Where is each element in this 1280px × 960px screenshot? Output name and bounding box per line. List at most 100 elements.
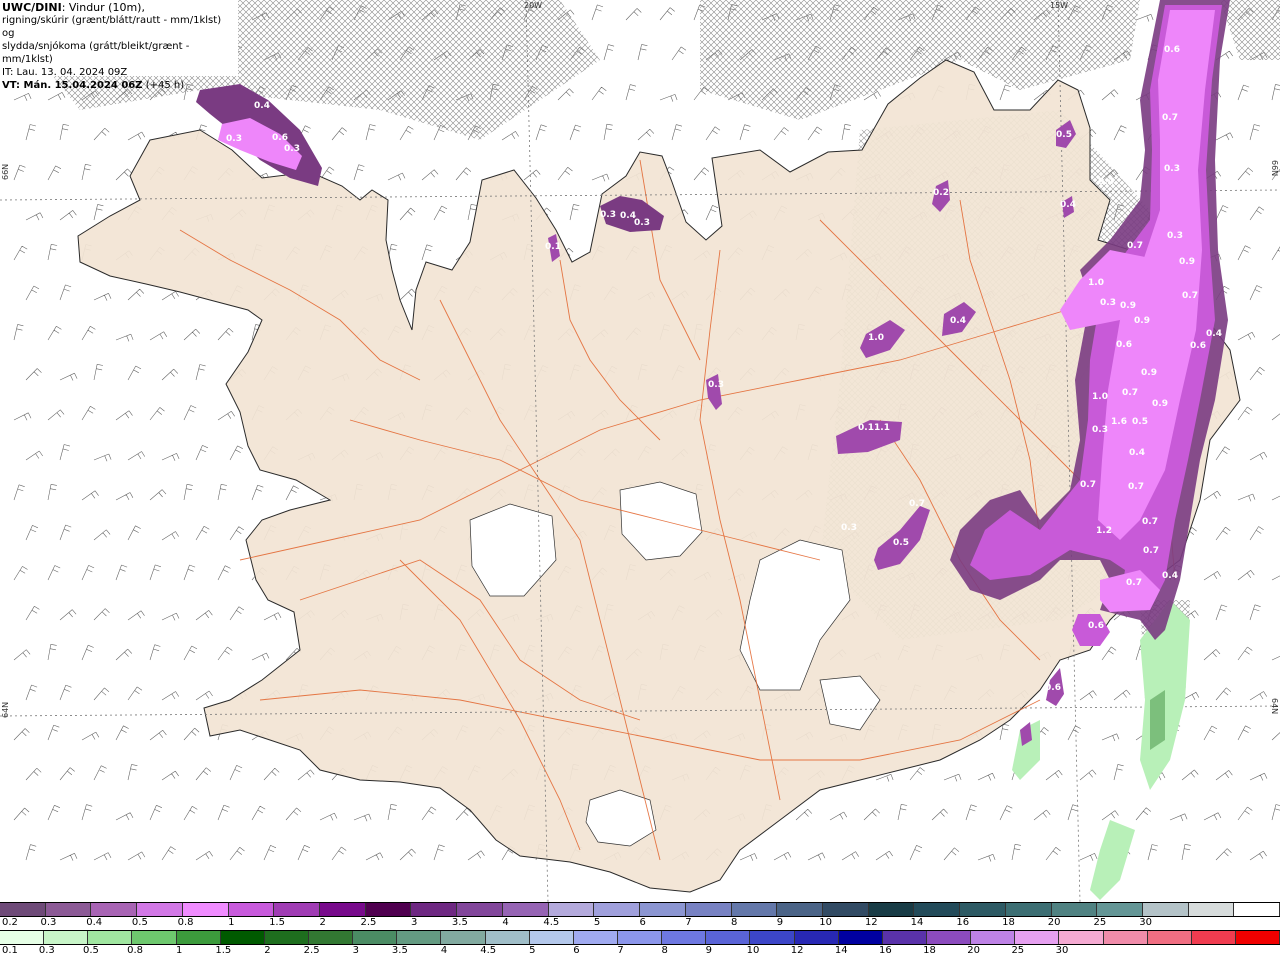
precip-value-label: 0.3 [600, 210, 616, 220]
legend-swatch [88, 931, 133, 944]
legend-label: 8 [730, 917, 738, 928]
legend-label: 0.2 [2, 917, 18, 928]
legend-swatch [91, 903, 138, 916]
precip-value-label: 0.9 [1141, 368, 1157, 378]
legend-label: 9 [705, 945, 713, 956]
legend-label: 3 [410, 917, 418, 928]
map-info-box: UWC/DINI: Vindur (10m), rigning/skúrir (… [0, 0, 238, 91]
legend-swatch [1191, 931, 1236, 944]
legend-label: 1 [176, 945, 183, 956]
legend-label: 16 [879, 945, 892, 956]
legend-swatch [132, 931, 177, 944]
legend-swatch [0, 903, 46, 916]
legend-label: 2.5 [303, 945, 320, 956]
precip-value-label: 0.2 [933, 188, 949, 198]
legend-swatch [868, 903, 915, 916]
legend-label: 12 [864, 917, 878, 928]
rain-legend-swatches [0, 930, 1280, 945]
snow-legend: 0.2 0.3 0.4 0.5 0.8 1 1.5 2 2.5 3 3.5 4 4.5 5 6 7 8 9 10 12… [0, 902, 1280, 930]
legend-label: 0.3 [38, 945, 55, 956]
legend-swatch [529, 931, 574, 944]
legend-label: 5 [529, 945, 536, 956]
legend-swatch [794, 931, 839, 944]
precip-value-label: 0.7 [1182, 291, 1198, 301]
precip-value-label: 0.6 [1045, 683, 1061, 693]
legend-swatch [640, 903, 686, 916]
legend-label: 3.5 [391, 945, 408, 956]
grid-label-20w: 20W [524, 1, 542, 10]
legend-swatch [182, 903, 229, 916]
legend-label: 2 [264, 945, 271, 956]
legend-label: 4 [502, 917, 509, 928]
legend-swatch [822, 903, 869, 916]
legend-label: 1.5 [215, 945, 232, 956]
legend-swatch [137, 903, 183, 916]
precip-value-label: 0.1 [858, 423, 874, 433]
legend-swatch [228, 903, 275, 916]
legend-label: 2 [319, 917, 326, 928]
legend-swatch [594, 903, 641, 916]
legend-label: 8 [661, 945, 668, 956]
rain-legend-labels: 0.1 0.3 0.5 0.8 1 1.5 2 2.5 3 3.5 4 4.5 5 6 7 8 9 10 12 14 1… [0, 945, 1280, 958]
legend-swatch [1015, 931, 1060, 944]
legend-swatch [1097, 903, 1143, 916]
precip-value-label: 1.6 [1111, 417, 1127, 427]
legend-swatch [685, 903, 732, 916]
precip-value-label: 0.7 [909, 499, 925, 509]
precip-value-label: 0.9 [1120, 301, 1136, 311]
grid-label-left-66n: 66N [1, 164, 10, 180]
legend-label: 14 [910, 917, 924, 928]
precip-value-label: 0.9 [1134, 316, 1150, 326]
legend-swatch [457, 903, 503, 916]
precip-value-label: 0.3 [634, 218, 650, 228]
legend-swatch [1142, 903, 1189, 916]
precip-value-label: 0.3 [226, 134, 242, 144]
legend-swatch [365, 903, 412, 916]
precip-value-label: 1.0 [868, 333, 884, 343]
issue-time: IT: Lau. 13. 04. 2024 09Z [2, 67, 128, 78]
precip-value-label: 0.7 [1142, 517, 1158, 527]
legend-swatch [971, 931, 1016, 944]
legend-label: 20 [967, 945, 981, 956]
precip-value-label: 0.7 [1143, 546, 1159, 556]
legend-label: 10 [746, 945, 760, 956]
precip-value-label: 0.4 [1206, 329, 1222, 339]
legend-swatch [882, 931, 927, 944]
legend-label: 25 [1011, 945, 1025, 956]
legend-label: 18 [923, 945, 936, 956]
legend-swatch [502, 903, 549, 916]
legend-swatch [960, 903, 1006, 916]
legend-swatch [308, 931, 354, 944]
precip-value-label: 0.9 [1152, 399, 1168, 409]
precip-value-label: 0.7 [1126, 578, 1142, 588]
legend-label: 3.5 [451, 917, 468, 928]
legend-swatch [1235, 931, 1280, 944]
legend-swatch [441, 931, 486, 944]
legend-swatch [485, 931, 530, 944]
precip-value-label: 0.6 [272, 133, 288, 143]
legend-swatch [176, 931, 221, 944]
legend-label: 4.5 [543, 917, 560, 928]
legend-label: 25 [1093, 917, 1107, 928]
legend-swatch [45, 903, 92, 916]
snow-legend-swatches [0, 902, 1280, 917]
precip-value-label: 0.9 [1179, 257, 1195, 267]
legend-swatch [1051, 903, 1098, 916]
precip-value-label: 0.6 [1190, 341, 1206, 351]
legend-label: 16 [956, 917, 970, 928]
legend-label: 10 [819, 917, 832, 928]
legend-swatch [617, 931, 663, 944]
precip-value-label: 1.0 [1092, 392, 1108, 402]
rain-legend: 0.1 0.3 0.5 0.8 1 1.5 2 2.5 3 3.5 4 4.5 5 6 7 8 9 10 12 14 1… [0, 930, 1280, 958]
precip-value-label: 0.7 [1128, 482, 1144, 492]
precip-value-label: 0.4 [254, 101, 270, 111]
legend-label: 7 [685, 917, 692, 928]
precip-value-label: 0.1 [545, 242, 561, 252]
precip-value-label: 0.7 [1127, 241, 1143, 251]
legend-swatch [548, 903, 595, 916]
precip-value-label: 1.2 [1096, 526, 1112, 536]
precip-value-label: 0.6 [1116, 340, 1132, 350]
weather-map: 20W 15W 66N 64N 66N 64N 0.40.3 0.60.30.3 0 [0, 0, 1280, 902]
precip-value-label: 0.6 [1164, 45, 1180, 55]
precip-value-label: 0.7 [1162, 113, 1178, 123]
